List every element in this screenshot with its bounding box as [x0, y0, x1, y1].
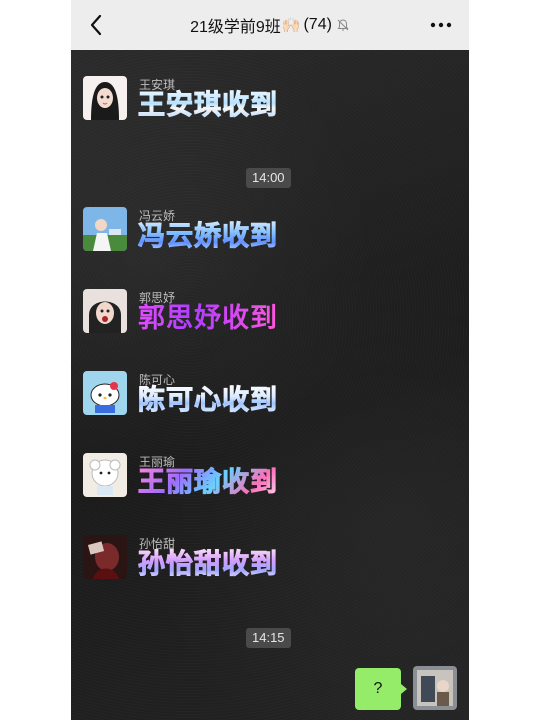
group-name: 21级学前9班 — [190, 19, 281, 36]
message-item: 郭思妤 郭思妤收到 — [83, 289, 463, 341]
avatar[interactable] — [83, 207, 127, 251]
my-avatar[interactable] — [413, 666, 457, 710]
timestamp: 14:15 — [246, 628, 291, 648]
avatar[interactable] — [83, 535, 127, 579]
message-text[interactable]: 孙怡甜收到 — [138, 548, 278, 580]
avatar[interactable] — [83, 76, 127, 120]
chat-header: 21级学前9班 🙌🏻 (74) — [71, 0, 469, 50]
chat-screen: 21级学前9班 🙌🏻 (74) 王安琪 王安琪收到 14:00 冯云娇 冯云娇收… — [71, 0, 469, 720]
my-message: ? — [355, 666, 457, 712]
message-text[interactable]: 王安琪收到 — [138, 89, 278, 121]
message-item: 王安琪 王安琪收到 — [83, 76, 463, 128]
member-count: (74) — [303, 16, 332, 33]
avatar[interactable] — [83, 289, 127, 333]
message-list[interactable]: 王安琪 王安琪收到 14:00 冯云娇 冯云娇收到 郭思妤 郭思妤收到 陈可心 … — [71, 50, 469, 720]
message-item: 王丽瑜 王丽瑜收到 — [83, 453, 463, 505]
bell-off-icon — [337, 19, 349, 31]
my-message-bubble[interactable]: ? — [355, 668, 407, 710]
raised-hands-emoji: 🙌🏻 — [281, 17, 301, 34]
group-title: 21级学前9班 🙌🏻 (74) — [71, 0, 469, 50]
more-dots-icon[interactable] — [429, 15, 453, 35]
message-item: 陈可心 陈可心收到 — [83, 371, 463, 423]
message-text[interactable]: 陈可心收到 — [138, 384, 278, 416]
message-text[interactable]: 冯云娇收到 — [138, 220, 278, 252]
message-item: 孙怡甜 孙怡甜收到 — [83, 535, 463, 587]
timestamp: 14:00 — [246, 168, 291, 188]
avatar[interactable] — [83, 453, 127, 497]
message-item: 冯云娇 冯云娇收到 — [83, 207, 463, 259]
message-text[interactable]: 王丽瑜收到 — [138, 466, 278, 498]
message-text[interactable]: 郭思妤收到 — [138, 302, 278, 334]
avatar[interactable] — [83, 371, 127, 415]
